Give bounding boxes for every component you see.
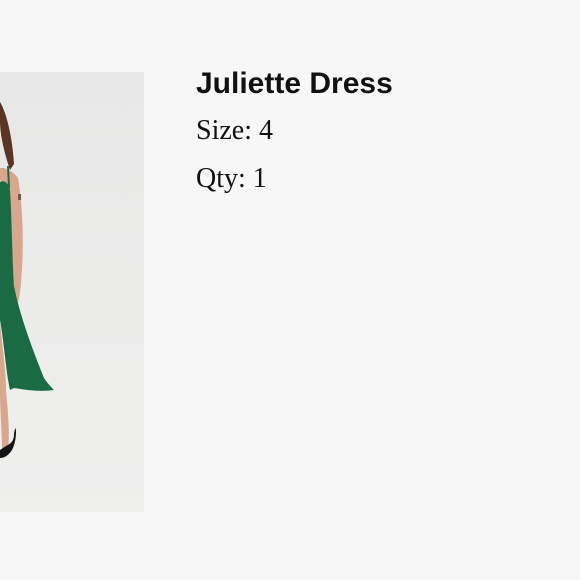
qty-value: 1 xyxy=(252,163,267,194)
order-item-card: Juliette Dress Size: 4 Qty: 1 xyxy=(0,0,580,580)
hair-shape xyxy=(0,102,14,170)
size-label: Size: xyxy=(196,115,252,146)
strap-shape xyxy=(7,165,10,189)
model-in-dress-illustration xyxy=(0,102,54,458)
product-title: Juliette Dress xyxy=(196,67,393,100)
tattoo-mark xyxy=(18,194,21,200)
product-size: Size: 4 xyxy=(196,114,273,148)
size-value: 4 xyxy=(259,115,273,146)
dress-shape xyxy=(0,181,54,391)
product-quantity: Qty: 1 xyxy=(196,162,267,196)
product-image xyxy=(0,72,144,512)
qty-label: Qty: xyxy=(196,163,246,194)
